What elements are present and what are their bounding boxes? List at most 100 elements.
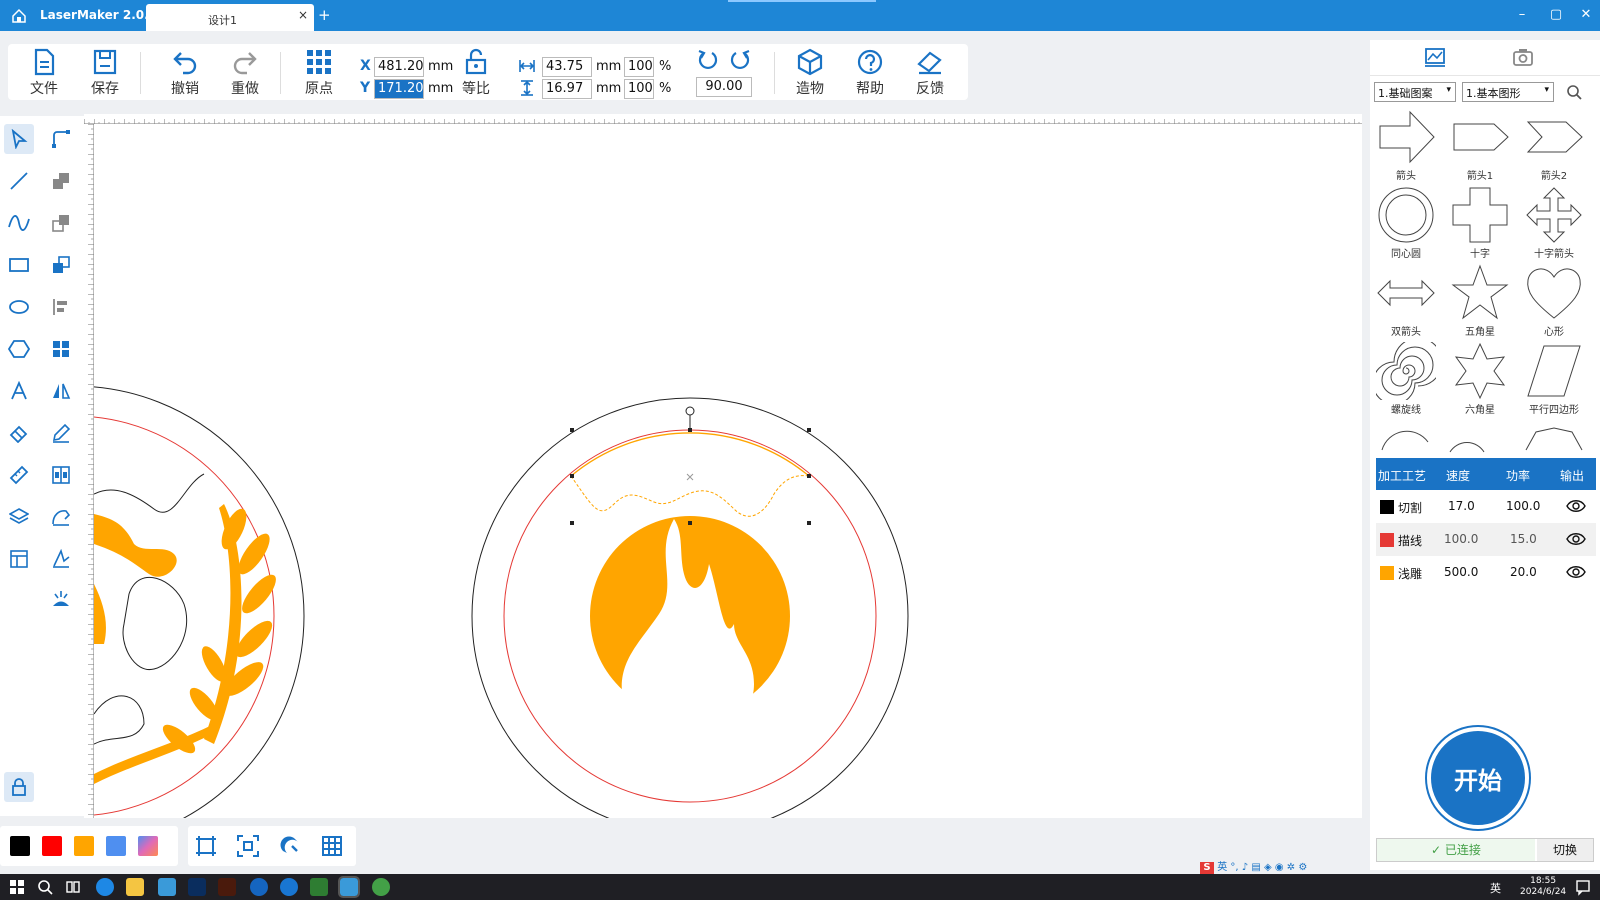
tab-shape-library-icon[interactable]: [1424, 47, 1446, 67]
path-direction-tool[interactable]: [46, 544, 76, 574]
edit-path-tool[interactable]: [46, 418, 76, 448]
tray-ime-language[interactable]: 英: [1490, 880, 1501, 896]
align-tool[interactable]: [46, 292, 76, 322]
ellipse-tool[interactable]: [4, 292, 34, 322]
shape-arrow2[interactable]: 箭头2: [1518, 108, 1590, 186]
shape-five-star[interactable]: 五角星: [1444, 264, 1516, 342]
ime-game-icon[interactable]: ◉: [1275, 862, 1284, 873]
eye-icon[interactable]: [1566, 564, 1586, 580]
lasermaker-app-icon[interactable]: [158, 878, 176, 896]
canvas-artwork[interactable]: [94, 124, 1362, 818]
layer-row-trace[interactable]: 描线 100.0 15.0: [1376, 523, 1596, 556]
tab-design1[interactable]: 设计1 ×: [146, 4, 314, 31]
swatch-red[interactable]: [42, 836, 62, 856]
layer-row-engrave[interactable]: 浅雕 500.0 20.0: [1376, 556, 1596, 589]
shape-heart[interactable]: 心形: [1518, 264, 1590, 342]
x-input[interactable]: 481.20: [374, 57, 424, 77]
subtract-tool[interactable]: [46, 208, 76, 238]
line-tool[interactable]: [4, 166, 34, 196]
new-tab-button[interactable]: +: [318, 6, 331, 24]
rotate-cw-icon[interactable]: [728, 48, 752, 72]
intersect-tool[interactable]: [46, 250, 76, 280]
width-percent-input[interactable]: 100: [624, 57, 654, 77]
illustrator-icon[interactable]: [218, 878, 236, 896]
height-percent-input[interactable]: 100: [624, 79, 654, 99]
file-explorer-icon[interactable]: [126, 878, 144, 896]
help-button[interactable]: 帮助: [845, 48, 895, 98]
ime-logo-icon[interactable]: S: [1200, 862, 1214, 874]
app-blue-icon[interactable]: [280, 878, 298, 896]
search-icon[interactable]: [1566, 84, 1582, 100]
ime-mic-icon[interactable]: ♪: [1242, 862, 1248, 873]
array-tool[interactable]: [46, 334, 76, 364]
ime-settings-icon[interactable]: ⚙: [1298, 862, 1307, 873]
task-view-icon[interactable]: [64, 878, 82, 896]
lasermaker-active-icon[interactable]: [338, 876, 360, 898]
switch-device-button[interactable]: 切换: [1537, 839, 1593, 861]
ie-browser-icon[interactable]: [250, 878, 268, 896]
lock-ratio-button[interactable]: 等比: [451, 48, 501, 98]
node-edit-tool[interactable]: [46, 124, 76, 154]
curve-tool[interactable]: [4, 208, 34, 238]
ime-language[interactable]: 英: [1217, 862, 1227, 873]
swatch-blue[interactable]: [106, 836, 126, 856]
rotate-ccw-icon[interactable]: [696, 48, 720, 72]
edge-browser-icon[interactable]: [96, 878, 114, 896]
category-dropdown[interactable]: 1.基础图案 ▾: [1374, 82, 1456, 102]
undo-button[interactable]: 撤销: [160, 48, 210, 98]
fire-badge-design[interactable]: [471, 397, 909, 818]
eraser-tool[interactable]: [4, 418, 34, 448]
windows-start-icon[interactable]: [8, 878, 26, 896]
save-button[interactable]: 保存: [80, 48, 130, 98]
laser-preview-tool[interactable]: [46, 584, 76, 614]
shape-cross[interactable]: 十字: [1444, 186, 1516, 264]
search-icon[interactable]: [36, 878, 54, 896]
eye-icon[interactable]: [1566, 531, 1586, 547]
distribute-tool[interactable]: [46, 460, 76, 490]
swatch-black[interactable]: [10, 836, 30, 856]
system-clock[interactable]: 18:55 2024/6/24: [1520, 876, 1566, 898]
shape-cross-arrow[interactable]: 十字箭头: [1518, 186, 1590, 264]
start-button[interactable]: 开始: [1427, 727, 1529, 829]
lock-canvas-button[interactable]: [4, 772, 34, 802]
subcategory-dropdown[interactable]: 1.基本图形 ▾: [1462, 82, 1554, 102]
home-icon[interactable]: [10, 7, 28, 25]
fit-selection-icon[interactable]: [236, 834, 260, 858]
text-tool[interactable]: [4, 376, 34, 406]
height-input[interactable]: 16.97: [542, 79, 592, 99]
photoshop-icon[interactable]: [188, 878, 206, 896]
select-tool[interactable]: [4, 124, 34, 154]
rotation-input[interactable]: 90.00: [696, 77, 752, 97]
ime-tools-icon[interactable]: ✲: [1287, 862, 1295, 873]
app-green-icon[interactable]: [310, 878, 328, 896]
wechat-icon[interactable]: [372, 878, 390, 896]
tab-camera-icon[interactable]: [1512, 47, 1534, 67]
ime-skin-icon[interactable]: ◈: [1264, 862, 1272, 873]
swatch-gradient[interactable]: [138, 836, 158, 856]
shape-arrow1[interactable]: 箭头1: [1444, 108, 1516, 186]
swatch-orange[interactable]: [74, 836, 94, 856]
shape-spiral[interactable]: 螺旋线: [1370, 342, 1442, 420]
rectangle-tool[interactable]: [4, 250, 34, 280]
y-input[interactable]: 171.20: [374, 79, 424, 99]
notification-icon[interactable]: [1574, 878, 1592, 896]
shape-parallelogram[interactable]: 平行四边形: [1518, 342, 1590, 420]
width-input[interactable]: 43.75: [542, 57, 592, 77]
layer-row-cut[interactable]: 切割 17.0 100.0: [1376, 490, 1596, 523]
build-button[interactable]: 造物: [785, 48, 835, 98]
measure-tool[interactable]: [4, 460, 34, 490]
design-canvas[interactable]: [94, 124, 1362, 818]
origin-button[interactable]: 原点: [294, 48, 344, 98]
ime-punct-icon[interactable]: °,: [1230, 862, 1238, 873]
close-button[interactable]: ✕: [1576, 7, 1596, 25]
left-badge-design[interactable]: [94, 386, 305, 818]
combine-tool[interactable]: [46, 166, 76, 196]
tab-close-icon[interactable]: ×: [298, 8, 308, 22]
shape-double-arrow[interactable]: 双箭头: [1370, 264, 1442, 342]
layout-tool[interactable]: [4, 544, 34, 574]
polygon-tool[interactable]: [4, 334, 34, 364]
minimize-button[interactable]: –: [1512, 7, 1532, 25]
shape-arrow[interactable]: 箭头: [1370, 108, 1442, 186]
layers-tool[interactable]: [4, 502, 34, 532]
trace-image-tool[interactable]: [46, 502, 76, 532]
